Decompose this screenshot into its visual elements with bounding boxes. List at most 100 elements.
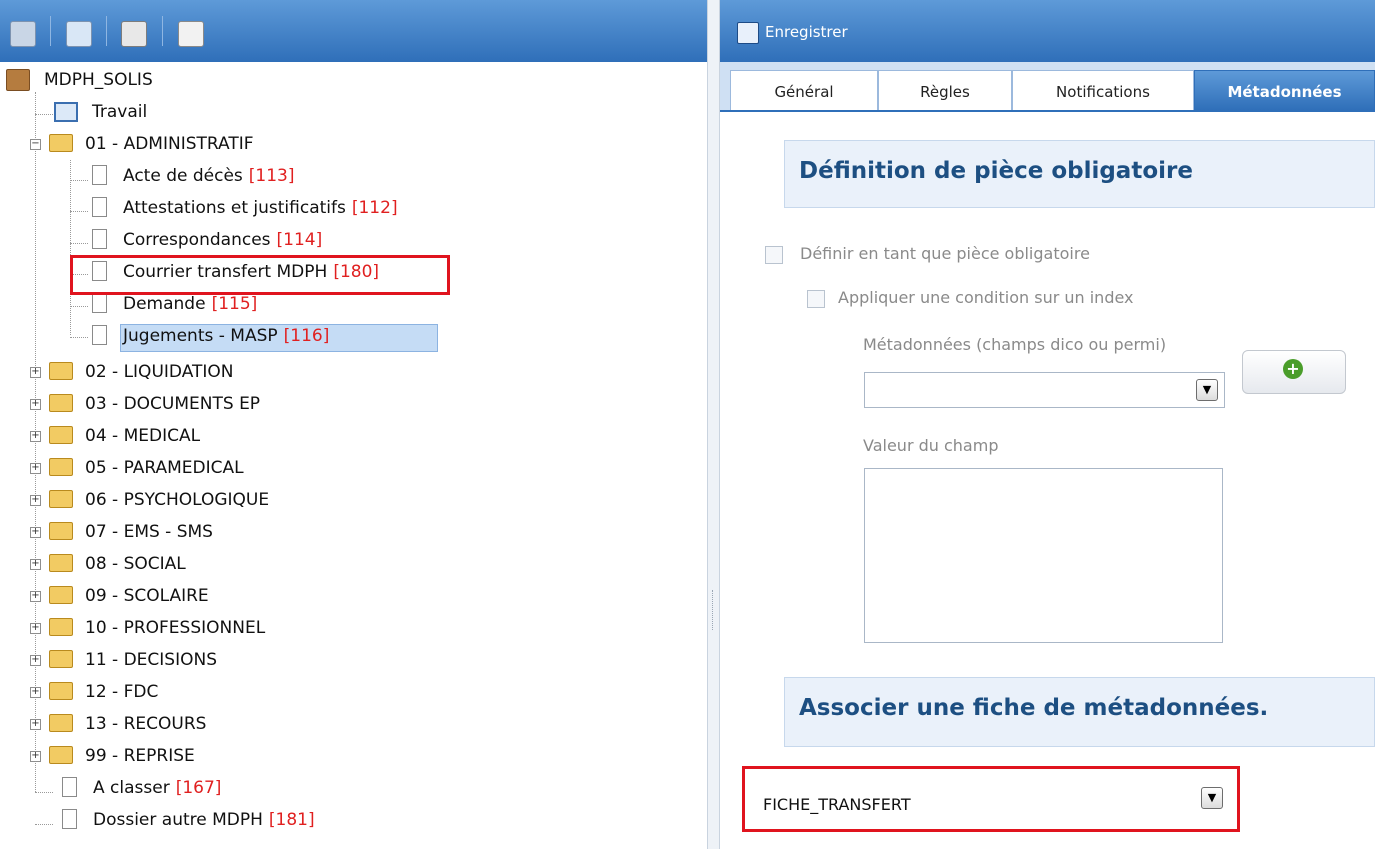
tree-doc-label: Correspondances bbox=[123, 230, 271, 250]
add-icon: + bbox=[1283, 359, 1303, 379]
add-condition-button[interactable]: + bbox=[1242, 350, 1346, 394]
metadata-select[interactable]: ▼ bbox=[864, 372, 1225, 408]
section-header: Associer une fiche de métadonnées. bbox=[784, 677, 1375, 747]
tree-folder[interactable]: +12 - FDC bbox=[30, 678, 158, 706]
folder-icon bbox=[49, 458, 73, 476]
folder-icon bbox=[49, 586, 73, 604]
folder-icon bbox=[49, 682, 73, 700]
expand-toggle-icon[interactable]: + bbox=[30, 526, 41, 538]
tree-doc-label: Jugements - MASP bbox=[123, 326, 278, 346]
expand-toggle-icon[interactable]: + bbox=[30, 494, 41, 506]
tree-doc-label: Acte de décès bbox=[123, 166, 243, 186]
tree-folder[interactable]: +13 - RECOURS bbox=[30, 710, 206, 738]
panel-splitter[interactable] bbox=[707, 0, 720, 849]
mandatory-checkbox-label: Définir en tant que pièce obligatoire bbox=[800, 244, 1090, 263]
tree-folder[interactable]: +08 - SOCIAL bbox=[30, 550, 186, 578]
folder-icon bbox=[49, 746, 73, 764]
doc-count: [116] bbox=[283, 326, 330, 346]
highlight-annotation: FICHE_TRANSFERT ▼ bbox=[742, 766, 1240, 832]
mandatory-checkbox[interactable] bbox=[765, 246, 783, 264]
tree-folder[interactable]: +07 - EMS - SMS bbox=[30, 518, 213, 546]
expand-toggle-icon[interactable]: + bbox=[30, 750, 41, 762]
folder-icon bbox=[49, 618, 73, 636]
chevron-down-icon[interactable]: ▼ bbox=[1201, 787, 1223, 809]
properties-panel: Enregistrer Général Règles Notifications… bbox=[720, 0, 1375, 849]
folder-icon bbox=[49, 554, 73, 572]
tree-doc[interactable]: Dossier autre MDPH [181] bbox=[62, 806, 315, 834]
expand-toggle-icon[interactable]: + bbox=[30, 462, 41, 474]
folder-icon bbox=[49, 426, 73, 444]
tree-folder-label: 07 - EMS - SMS bbox=[85, 522, 213, 542]
tree-folder[interactable]: +06 - PSYCHOLOGIQUE bbox=[30, 486, 269, 514]
collapse-all-icon[interactable] bbox=[10, 21, 36, 47]
tree-folder-label: 08 - SOCIAL bbox=[85, 554, 186, 574]
splitter-grip[interactable] bbox=[712, 590, 715, 630]
tree-folder[interactable]: +04 - MEDICAL bbox=[30, 422, 200, 450]
tree-folder[interactable]: +09 - SCOLAIRE bbox=[30, 582, 209, 610]
tree-doc[interactable]: Jugements - MASP [116] bbox=[92, 322, 329, 350]
tree-doc[interactable]: Acte de décès [113] bbox=[92, 162, 295, 190]
collapse-toggle-icon[interactable]: − bbox=[30, 138, 41, 150]
folder-icon bbox=[49, 714, 73, 732]
tree-folder[interactable]: +03 - DOCUMENTS EP bbox=[30, 390, 260, 418]
tree-folder-label: 01 - ADMINISTRATIF bbox=[85, 134, 254, 154]
field-value-textarea[interactable] bbox=[864, 468, 1223, 643]
tree-toolbar bbox=[0, 0, 707, 62]
tree-doc[interactable]: Correspondances [114] bbox=[92, 226, 322, 254]
delete-document-icon[interactable] bbox=[178, 21, 204, 47]
tree-folder-label: 04 - MEDICAL bbox=[85, 426, 201, 446]
expand-toggle-icon[interactable]: + bbox=[30, 558, 41, 570]
add-folder-icon[interactable] bbox=[66, 21, 92, 47]
folder-icon bbox=[49, 522, 73, 540]
expand-toggle-icon[interactable]: + bbox=[30, 654, 41, 666]
tree-folder[interactable]: +10 - PROFESSIONNEL bbox=[30, 614, 265, 642]
tab-general[interactable]: Général bbox=[730, 70, 878, 110]
folder-icon bbox=[49, 394, 73, 412]
tab-strip: Général Règles Notifications Métadonnées bbox=[720, 62, 1375, 112]
tree-item-travail[interactable]: Travail bbox=[54, 98, 147, 126]
folder-icon bbox=[49, 362, 73, 380]
tree-folder-label: 11 - DECISIONS bbox=[85, 650, 217, 670]
tree-folder-administratif[interactable]: − 01 - ADMINISTRATIF bbox=[30, 130, 254, 158]
folder-icon bbox=[49, 650, 73, 668]
tree-folder-label: 99 - REPRISE bbox=[85, 746, 195, 766]
save-button[interactable]: Enregistrer bbox=[765, 18, 848, 46]
metadata-form: Définition de pièce obligatoire Définir … bbox=[720, 112, 1375, 849]
expand-toggle-icon[interactable]: + bbox=[30, 590, 41, 602]
document-icon bbox=[92, 293, 107, 313]
barcode-icon[interactable] bbox=[121, 21, 147, 47]
tree-folder[interactable]: +05 - PARAMEDICAL bbox=[30, 454, 244, 482]
doc-count: [112] bbox=[351, 198, 398, 218]
document-icon bbox=[92, 325, 107, 345]
tree-root[interactable]: MDPH_SOLIS bbox=[6, 66, 153, 94]
expand-toggle-icon[interactable]: + bbox=[30, 718, 41, 730]
expand-toggle-icon[interactable]: + bbox=[30, 398, 41, 410]
tree-folder-label: 02 - LIQUIDATION bbox=[85, 362, 234, 382]
index-condition-label: Appliquer une condition sur un index bbox=[838, 288, 1134, 307]
tree-doc-label: A classer bbox=[93, 778, 170, 798]
tree-doc[interactable]: Attestations et justificatifs [112] bbox=[92, 194, 398, 222]
section-header: Définition de pièce obligatoire bbox=[784, 140, 1375, 208]
expand-toggle-icon[interactable]: + bbox=[30, 622, 41, 634]
expand-toggle-icon[interactable]: + bbox=[30, 430, 41, 442]
folder-open-icon bbox=[49, 134, 73, 152]
properties-toolbar: Enregistrer bbox=[720, 0, 1375, 62]
tree-folder[interactable]: +11 - DECISIONS bbox=[30, 646, 217, 674]
tree-folder[interactable]: +99 - REPRISE bbox=[30, 742, 195, 770]
tree-doc-label: Dossier autre MDPH bbox=[93, 810, 263, 830]
save-icon[interactable] bbox=[737, 22, 759, 44]
tree-folder[interactable]: +02 - LIQUIDATION bbox=[30, 358, 234, 386]
expand-toggle-icon[interactable]: + bbox=[30, 686, 41, 698]
tab-metadonnees[interactable]: Métadonnées bbox=[1194, 70, 1375, 110]
tab-regles[interactable]: Règles bbox=[878, 70, 1012, 110]
metadata-sheet-select[interactable]: FICHE_TRANSFERT ▼ bbox=[749, 775, 1233, 823]
toolbar-separator bbox=[106, 16, 107, 46]
index-condition-checkbox[interactable] bbox=[807, 290, 825, 308]
expand-toggle-icon[interactable]: + bbox=[30, 366, 41, 378]
chevron-down-icon[interactable]: ▼ bbox=[1196, 379, 1218, 401]
metadata-sheet-value: FICHE_TRANSFERT bbox=[763, 795, 911, 814]
document-icon bbox=[92, 165, 107, 185]
section-title: Associer une fiche de métadonnées. bbox=[799, 695, 1269, 721]
tree-doc[interactable]: A classer [167] bbox=[62, 774, 221, 802]
tab-notifications[interactable]: Notifications bbox=[1012, 70, 1194, 110]
